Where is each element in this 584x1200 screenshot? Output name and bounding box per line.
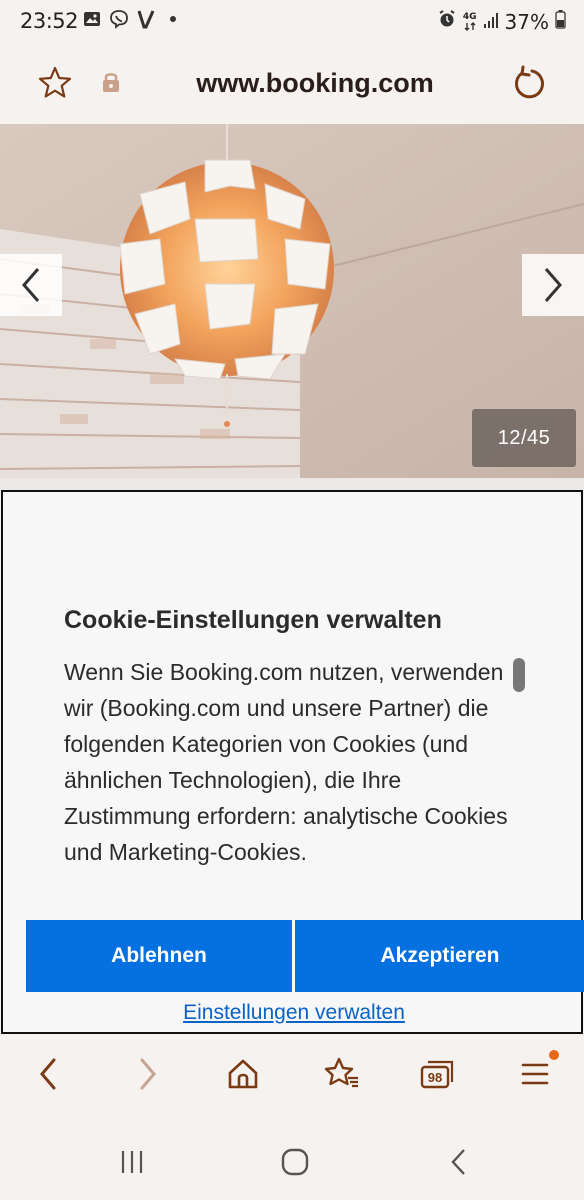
back-nav-button[interactable] — [437, 1140, 481, 1184]
cookie-scrollbar[interactable] — [513, 658, 525, 692]
divider — [0, 478, 584, 490]
gallery-next-button[interactable] — [522, 254, 584, 316]
chevron-left-icon — [22, 268, 40, 302]
cookie-dialog: Cookie-Einstellungen verwalten Wenn Sie … — [1, 490, 584, 1034]
tab-count: 98 — [428, 1070, 442, 1085]
back-button[interactable] — [26, 1052, 70, 1096]
tabs-button[interactable]: 98 — [415, 1052, 459, 1096]
address-bar: www.booking.com — [0, 40, 584, 124]
home-circle-icon — [281, 1148, 309, 1176]
menu-icon — [521, 1063, 549, 1085]
cookie-title: Cookie-Einstellungen verwalten — [64, 606, 442, 634]
manage-settings-link[interactable]: Einstellungen verwalten — [3, 1001, 584, 1025]
tabs-icon: 98 — [420, 1060, 454, 1089]
forward-icon — [140, 1058, 156, 1090]
v-app-icon — [136, 9, 156, 29]
battery-icon — [555, 9, 566, 34]
alarm-icon — [437, 9, 457, 34]
accept-button[interactable]: Akzeptieren — [295, 920, 584, 992]
recents-icon — [121, 1151, 143, 1173]
status-bar: 23:52 4G 37% — [0, 0, 584, 40]
gallery-icon — [82, 9, 102, 29]
url-text[interactable]: www.booking.com — [0, 68, 584, 99]
android-nav-bar — [0, 1120, 584, 1200]
home-button[interactable] — [221, 1052, 265, 1096]
status-time: 23:52 — [20, 9, 79, 33]
home-nav-button[interactable] — [273, 1140, 317, 1184]
network-label: 4G — [462, 11, 477, 22]
bookmarks-button[interactable] — [319, 1052, 363, 1096]
reload-icon[interactable] — [508, 64, 548, 104]
gallery-prev-button[interactable] — [0, 254, 62, 316]
screen: 23:52 4G 37% www.booking.com 12/45 Cooki… — [0, 0, 584, 1200]
viber-icon — [109, 9, 129, 29]
gallery-image[interactable]: 12/45 — [0, 124, 584, 478]
signal-icon — [483, 10, 499, 34]
network-4g-icon: 4G — [462, 11, 477, 31]
chevron-right-icon — [544, 268, 562, 302]
back-chevron-icon — [451, 1149, 465, 1175]
photo-counter: 12/45 — [472, 409, 576, 467]
home-icon — [228, 1059, 258, 1089]
forward-button[interactable] — [126, 1052, 170, 1096]
back-icon — [40, 1058, 56, 1090]
cookie-body: Wenn Sie Booking.com nutzen, verwenden w… — [64, 659, 508, 865]
battery-percent: 37% — [504, 9, 549, 34]
dot-icon — [163, 9, 183, 29]
notification-icons — [82, 9, 183, 29]
bookmarks-icon — [324, 1057, 358, 1088]
reject-button[interactable]: Ablehnen — [26, 920, 292, 992]
notification-dot — [549, 1050, 559, 1060]
browser-toolbar: 98 — [0, 1034, 584, 1120]
recents-button[interactable] — [110, 1140, 154, 1184]
status-right: 4G 37% — [437, 9, 566, 34]
